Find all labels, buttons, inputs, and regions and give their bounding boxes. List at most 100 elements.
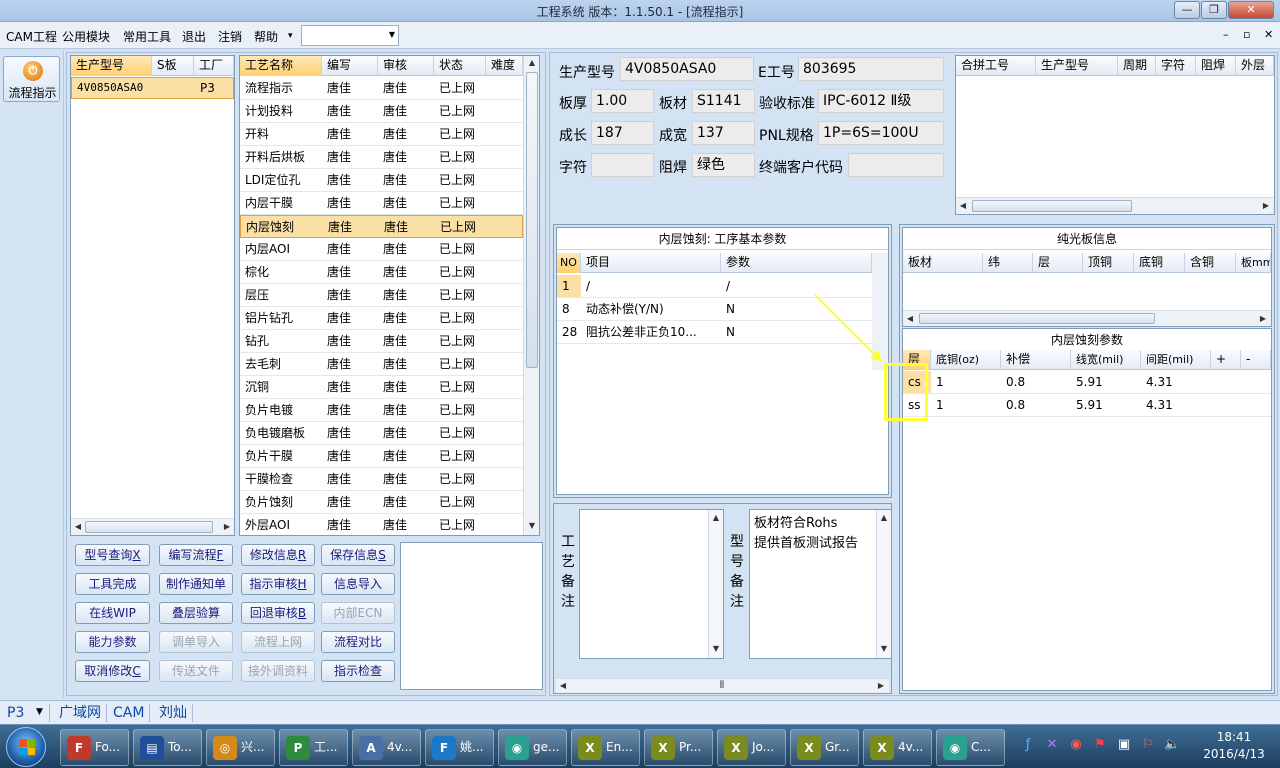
- taskbar-item[interactable]: F Fo...: [60, 729, 129, 766]
- combine-hscroll[interactable]: ◀ ▶: [956, 197, 1274, 214]
- header-item[interactable]: 项目: [581, 253, 721, 273]
- taskbar-item[interactable]: A 4v...: [352, 729, 421, 766]
- action-button[interactable]: 内部ECN: [321, 602, 395, 624]
- tray-x-icon[interactable]: ✕: [1044, 737, 1060, 752]
- action-button[interactable]: 能力参数: [75, 631, 150, 653]
- scroll-thumb[interactable]: [85, 521, 213, 533]
- e-number-field[interactable]: 803695: [798, 57, 944, 81]
- scroll-thumb[interactable]: [919, 313, 1155, 324]
- header-char[interactable]: 字符: [1156, 56, 1196, 76]
- action-button[interactable]: 型号查询X: [75, 544, 150, 566]
- header-factory[interactable]: 工厂: [194, 56, 234, 76]
- volume-icon[interactable]: 🔈: [1164, 737, 1180, 752]
- menu-public-module[interactable]: 公用模块: [62, 28, 110, 45]
- tray-alert-icon[interactable]: ⚐: [1140, 737, 1156, 752]
- header-outer[interactable]: 外层: [1236, 56, 1274, 76]
- taskbar-item[interactable]: P 工...: [279, 729, 348, 766]
- taskbar-item[interactable]: X 4v...: [863, 729, 932, 766]
- header-with-copper[interactable]: 含铜: [1185, 253, 1236, 273]
- header-bottom-copper[interactable]: 底铜: [1134, 253, 1185, 273]
- menu-help[interactable]: 帮助: [254, 28, 278, 45]
- scroll-right-icon[interactable]: ▶: [1257, 314, 1269, 323]
- scroll-up-icon[interactable]: ▲: [710, 513, 722, 522]
- model-list-hscroll[interactable]: ◀ ▶: [71, 518, 234, 535]
- material-field[interactable]: S1141: [692, 89, 755, 113]
- header-minus[interactable]: -: [1241, 350, 1271, 370]
- process-row[interactable]: 铝片钻孔 唐佳 唐佳 已上网: [240, 307, 523, 330]
- clock[interactable]: 18:41 2016/4/13: [1196, 729, 1272, 763]
- header-model[interactable]: 生产型号: [71, 56, 152, 76]
- menu-combo[interactable]: ▼: [301, 25, 399, 46]
- header-compensation[interactable]: 补偿: [1001, 350, 1071, 370]
- action-button[interactable]: 编写流程F: [159, 544, 233, 566]
- header-layer[interactable]: 层: [1033, 253, 1083, 273]
- model-field[interactable]: 4V0850ASA0: [620, 57, 754, 81]
- header-no[interactable]: NO: [557, 253, 581, 273]
- header-spacing[interactable]: 间距(mil): [1141, 350, 1211, 370]
- pnl-field[interactable]: 1P=6S=100U: [818, 121, 944, 145]
- action-button[interactable]: 指示审核H: [241, 573, 315, 595]
- process-row[interactable]: 负片干膜 唐佳 唐佳 已上网: [240, 445, 523, 468]
- header-top-copper[interactable]: 顶铜: [1083, 253, 1134, 273]
- process-row[interactable]: 流程指示 唐佳 唐佳 已上网: [240, 77, 523, 100]
- process-row[interactable]: 内层蚀刻 唐佳 唐佳 已上网: [240, 215, 523, 238]
- menu-common-tools[interactable]: 常用工具: [123, 28, 171, 45]
- action-button[interactable]: 流程对比: [321, 631, 395, 653]
- header-model[interactable]: 生产型号: [1036, 56, 1118, 76]
- scroll-thumb[interactable]: [972, 200, 1132, 212]
- menu-logout[interactable]: 注销: [218, 28, 242, 45]
- tray-security-icon[interactable]: ◉: [1068, 737, 1084, 752]
- process-row[interactable]: 外层AOI 唐佳 唐佳 已上网: [240, 514, 523, 535]
- bare-board-hscroll[interactable]: ◀ ▶: [903, 310, 1271, 326]
- action-button[interactable]: 修改信息R: [241, 544, 315, 566]
- taskbar-item[interactable]: ◎ 兴...: [206, 729, 275, 766]
- action-button[interactable]: 接外调资料: [241, 660, 315, 682]
- process-row[interactable]: 计划投料 唐佳 唐佳 已上网: [240, 100, 523, 123]
- remarks-hscroll[interactable]: ◀ ⦀ ▶: [556, 678, 889, 693]
- tray-flag-icon[interactable]: ⚑: [1092, 737, 1108, 752]
- process-row[interactable]: 负电镀磨板 唐佳 唐佳 已上网: [240, 422, 523, 445]
- thickness-field[interactable]: 1.00: [591, 89, 654, 113]
- maximize-button[interactable]: ❐: [1201, 1, 1227, 19]
- header-base-copper[interactable]: 底铜(oz): [931, 350, 1001, 370]
- scroll-up-icon[interactable]: ▲: [878, 513, 890, 522]
- header-status[interactable]: 状态: [434, 56, 486, 76]
- action-button[interactable]: 信息导入: [321, 573, 395, 595]
- header-difficulty[interactable]: 难度: [486, 56, 523, 76]
- process-row[interactable]: 棕化 唐佳 唐佳 已上网: [240, 261, 523, 284]
- scroll-right-icon[interactable]: ▶: [221, 522, 233, 531]
- process-row[interactable]: 钻孔 唐佳 唐佳 已上网: [240, 330, 523, 353]
- action-button[interactable]: 传送文件: [159, 660, 233, 682]
- header-value[interactable]: 参数: [721, 253, 872, 273]
- header-line-width[interactable]: 线宽(mil): [1071, 350, 1141, 370]
- header-mask[interactable]: 阻焊: [1196, 56, 1236, 76]
- scroll-left-icon[interactable]: ◀: [557, 681, 569, 690]
- action-button[interactable]: 叠层验算: [159, 602, 233, 624]
- scroll-right-icon[interactable]: ▶: [875, 681, 887, 690]
- action-button[interactable]: 指示检查: [321, 660, 395, 682]
- close-button[interactable]: ✕: [1228, 1, 1274, 19]
- process-row[interactable]: 负片蚀刻 唐佳 唐佳 已上网: [240, 491, 523, 514]
- taskbar-item[interactable]: X Gr...: [790, 729, 859, 766]
- scroll-left-icon[interactable]: ◀: [72, 522, 84, 531]
- taskbar-item[interactable]: ◉ ge...: [498, 729, 567, 766]
- grip-icon[interactable]: ⦀: [715, 680, 729, 691]
- mdi-restore-button[interactable]: ▫: [1243, 28, 1250, 41]
- menu-exit[interactable]: 退出: [182, 28, 206, 45]
- action-button[interactable]: 制作通知单: [159, 573, 233, 595]
- scroll-left-icon[interactable]: ◀: [957, 201, 969, 210]
- action-button[interactable]: 流程上网: [241, 631, 315, 653]
- mdi-close-button[interactable]: ✕: [1264, 28, 1273, 41]
- header-weft[interactable]: 纬: [983, 253, 1033, 273]
- header-reviewer[interactable]: 审核: [378, 56, 434, 76]
- scroll-left-icon[interactable]: ◀: [904, 314, 916, 323]
- model-remark-vscroll[interactable]: ▲ ▼: [876, 510, 891, 658]
- process-row[interactable]: 干膜检查 唐佳 唐佳 已上网: [240, 468, 523, 491]
- taskbar-item[interactable]: ▤ To...: [133, 729, 202, 766]
- header-process-name[interactable]: 工艺名称: [240, 56, 322, 76]
- action-button[interactable]: 调单导入: [159, 631, 233, 653]
- standard-field[interactable]: IPC-6012 Ⅱ级: [818, 89, 944, 113]
- header-combine-no[interactable]: 合拼工号: [956, 56, 1036, 76]
- process-remark-box[interactable]: ▲ ▼: [579, 509, 724, 659]
- process-row[interactable]: 开料 唐佳 唐佳 已上网: [240, 123, 523, 146]
